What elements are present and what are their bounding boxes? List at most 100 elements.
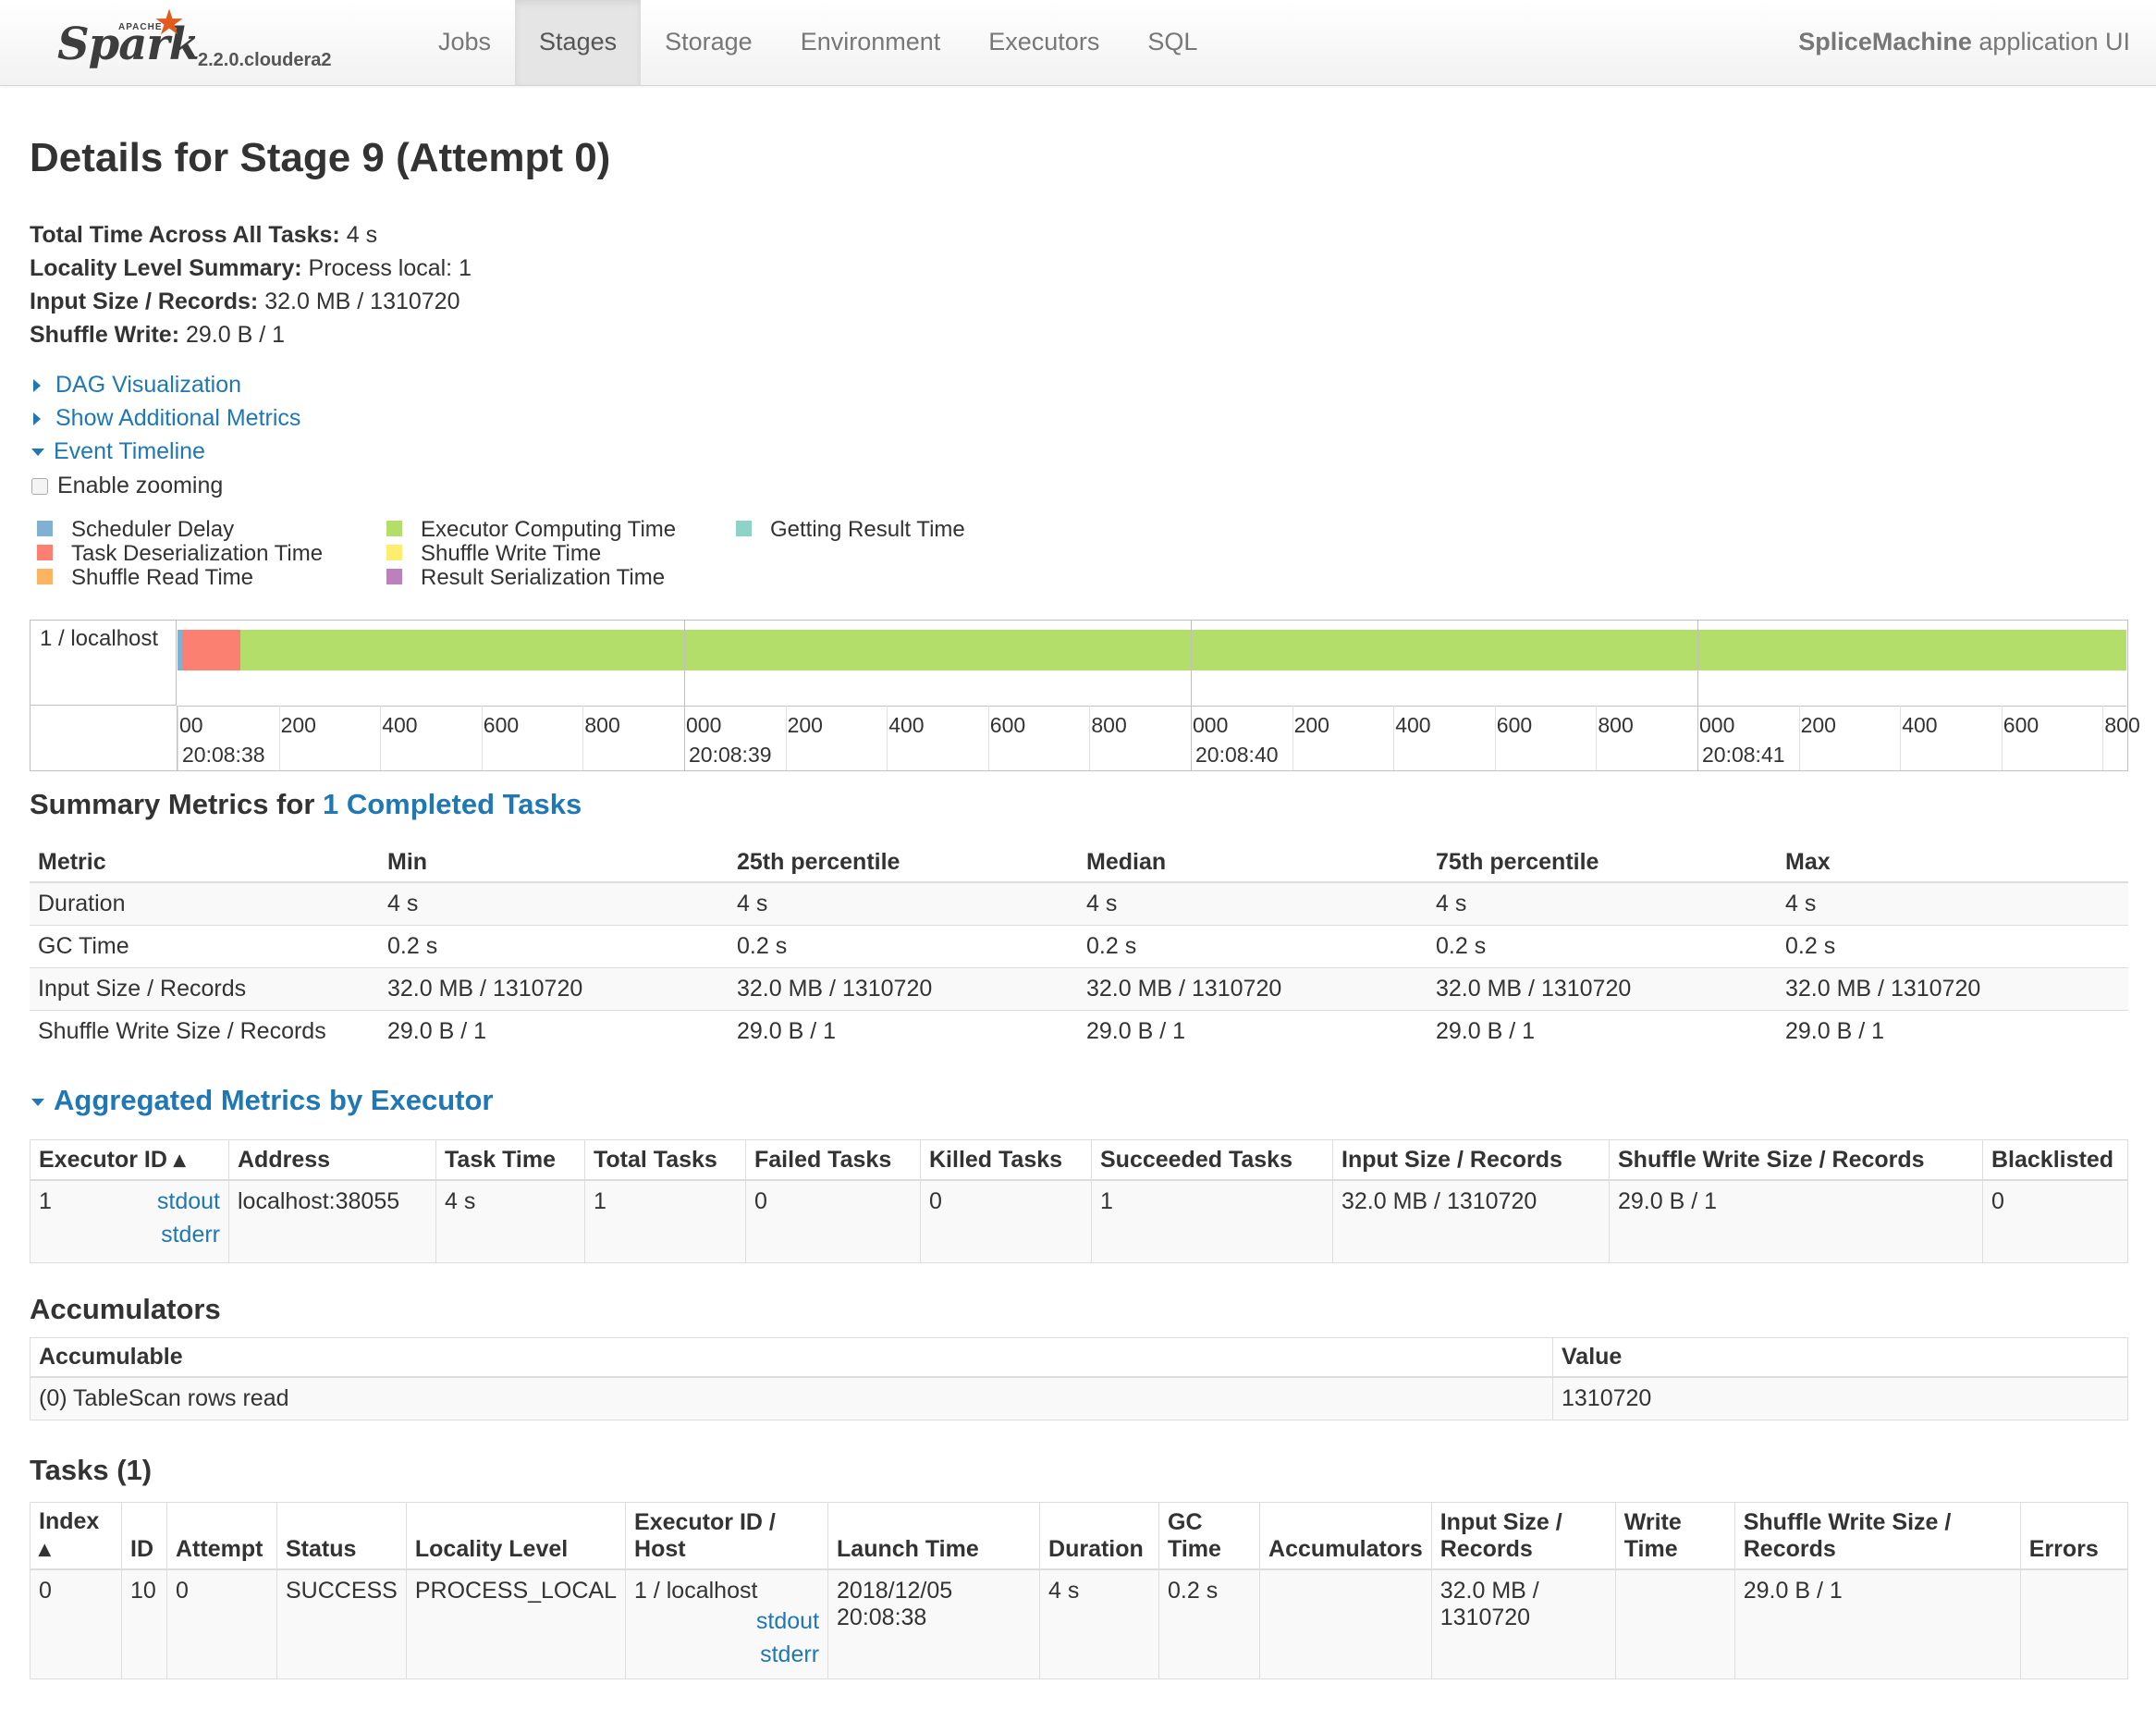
column-header[interactable]: Index ▴ — [30, 1502, 122, 1570]
column-header[interactable]: Accumulable — [30, 1337, 1553, 1378]
table-cell: 1310720 — [1552, 1376, 2128, 1420]
aggregated-metrics-toggle[interactable]: Aggregated Metrics by Executor — [30, 1082, 2128, 1119]
column-header[interactable]: Median — [1078, 843, 1427, 883]
column-header[interactable]: Metric — [30, 843, 379, 883]
table-cell — [2019, 1568, 2128, 1679]
table-cell: 2018/12/05 20:08:38 — [827, 1568, 1040, 1679]
column-header[interactable]: Killed Tasks — [920, 1139, 1092, 1181]
stderr-link[interactable]: stderr — [161, 1222, 220, 1248]
stderr-link[interactable]: stderr — [760, 1641, 819, 1667]
column-header[interactable]: 75th percentile — [1427, 843, 1777, 883]
toggles: DAG Visualization Show Additional Metric… — [30, 368, 2128, 503]
timeline-tick — [987, 706, 989, 770]
summary-shuffle-write: Shuffle Write: 29.0 B / 1 — [30, 318, 2128, 351]
table-header-row: Index ▴ ID Attempt Status Locality Level… — [30, 1502, 2128, 1570]
table-header-row: Accumulable Value — [30, 1337, 2128, 1378]
legend-item: Shuffle Read Time — [37, 566, 253, 590]
event-timeline-label: Event Timeline — [54, 438, 205, 464]
timeline-tick-label: 600 — [483, 713, 520, 737]
timeline-tick — [1393, 706, 1395, 770]
timeline-tick-label: 200 — [1293, 713, 1329, 737]
event-timeline[interactable]: 1 / localhost 00 20:08:38 200 400 600 800 000 2… — [30, 620, 2140, 771]
table-cell: 0 — [1982, 1179, 2128, 1263]
column-header[interactable]: ID — [121, 1502, 167, 1570]
timeline-tick — [684, 621, 685, 770]
column-header[interactable]: Duration — [1039, 1502, 1159, 1570]
column-header[interactable]: Value — [1552, 1337, 2128, 1378]
column-header[interactable]: Max — [1777, 843, 2128, 883]
table-cell: 32.0 MB / 1310720 — [1332, 1179, 1610, 1263]
table-row: Input Size / Records 32.0 MB / 1310720 32.… — [30, 967, 2128, 1011]
summary-value: 29.0 B / 1 — [186, 322, 286, 348]
column-header[interactable]: Task Time — [435, 1139, 585, 1181]
timeline-tick-label: 000 — [686, 713, 722, 737]
table-cell: 29.0 B / 1 — [1733, 1568, 2021, 1679]
column-header[interactable]: Shuffle Write Size / Records — [1609, 1139, 1983, 1181]
executor-host-cell: 1 / localhost stdout stderr — [625, 1568, 828, 1679]
enable-zooming-checkbox[interactable] — [31, 478, 48, 496]
legend-item: Executor Computing Time — [386, 518, 676, 542]
completed-tasks-link[interactable]: 1 Completed Tasks — [323, 788, 582, 820]
column-header[interactable]: Attempt — [166, 1502, 277, 1570]
column-header[interactable]: 25th percentile — [729, 843, 1078, 883]
dag-visualization-toggle[interactable]: DAG Visualization — [30, 368, 2128, 401]
timeline-tick-label: 600 — [1496, 713, 1533, 737]
column-header[interactable]: GC Time — [1158, 1502, 1260, 1570]
legend-item: Scheduler Delay — [37, 518, 234, 542]
table-cell: 32.0 MB / 1310720 — [1430, 1568, 1616, 1679]
timeline-tick — [1697, 621, 1698, 770]
column-header[interactable]: Min — [379, 843, 729, 883]
aggregated-metrics-table: Executor ID ▴ Address Task Time Total Ta… — [30, 1139, 2128, 1263]
column-header[interactable]: Shuffle Write Size / Records — [1733, 1502, 2021, 1570]
column-header[interactable]: Executor ID ▴ — [30, 1139, 229, 1181]
column-header[interactable]: Write Time — [1614, 1502, 1735, 1570]
accumulators-heading: Accumulators — [30, 1293, 221, 1325]
timeline-tick — [1798, 706, 1800, 770]
additional-metrics-toggle[interactable]: Show Additional Metrics — [30, 401, 2128, 435]
stdout-link[interactable]: stdout — [756, 1608, 819, 1634]
tab-jobs[interactable]: Jobs — [414, 0, 515, 85]
executor-computing-bar[interactable] — [240, 630, 2126, 670]
timeline-tick — [2102, 706, 2104, 770]
timeline-tick — [2001, 706, 2003, 770]
tab-sql[interactable]: SQL — [1123, 0, 1221, 85]
table-header-row: Executor ID ▴ Address Task Time Total Ta… — [30, 1139, 2128, 1181]
spark-logo[interactable]: Spark APACHE ★ 2.2.0.cloudera2 — [57, 2, 353, 81]
column-header[interactable]: Locality Level — [405, 1502, 626, 1570]
task-deserialization-bar[interactable] — [182, 630, 240, 670]
tab-stages[interactable]: Stages — [515, 0, 642, 85]
tab-storage[interactable]: Storage — [641, 0, 777, 85]
timeline-date-label: 20:08:38 — [182, 743, 265, 767]
column-header[interactable]: Address — [228, 1139, 436, 1181]
table-cell — [1259, 1568, 1432, 1679]
table-cell: 4 s — [1039, 1568, 1159, 1679]
column-header[interactable]: Failed Tasks — [745, 1139, 921, 1181]
column-header[interactable]: Launch Time — [827, 1502, 1040, 1570]
column-header[interactable]: Succeeded Tasks — [1091, 1139, 1333, 1181]
tab-environment[interactable]: Environment — [777, 0, 965, 85]
table-cell: 4 s — [435, 1179, 585, 1263]
table-cell: 32.0 MB / 1310720 — [379, 967, 729, 1011]
tab-executors[interactable]: Executors — [964, 0, 1123, 85]
summary-locality: Locality Level Summary: Process local: 1 — [30, 252, 2128, 285]
summary-metrics-heading: Summary Metrics for 1 Completed Tasks — [30, 786, 2128, 823]
table-cell: 0.2 s — [1078, 925, 1427, 968]
column-header[interactable]: Errors — [2019, 1502, 2128, 1570]
tasks-table: Index ▴ ID Attempt Status Locality Level… — [30, 1502, 2128, 1679]
column-header[interactable]: Total Tasks — [584, 1139, 746, 1181]
table-cell: PROCESS_LOCAL — [405, 1568, 626, 1679]
timeline-tick-label: 800 — [2104, 713, 2140, 737]
table-cell: 0.2 s — [1777, 925, 2128, 968]
summary-label: Input Size / Records: — [30, 289, 259, 314]
stdout-link[interactable]: stdout — [157, 1188, 220, 1215]
column-header[interactable]: Input Size / Records — [1430, 1502, 1616, 1570]
column-header[interactable]: Status — [276, 1502, 407, 1570]
summary-metrics-table: Metric Min 25th percentile Median 75th p… — [30, 843, 2128, 1052]
event-timeline-toggle[interactable]: Event Timeline — [30, 435, 2128, 468]
column-header[interactable]: Accumulators — [1259, 1502, 1432, 1570]
timeline-tick — [1292, 706, 1293, 770]
column-header[interactable]: Input Size / Records — [1332, 1139, 1610, 1181]
timeline-tick-label: 200 — [1800, 713, 1836, 737]
column-header[interactable]: Executor ID / Host — [625, 1502, 828, 1570]
column-header[interactable]: Blacklisted — [1982, 1139, 2128, 1181]
